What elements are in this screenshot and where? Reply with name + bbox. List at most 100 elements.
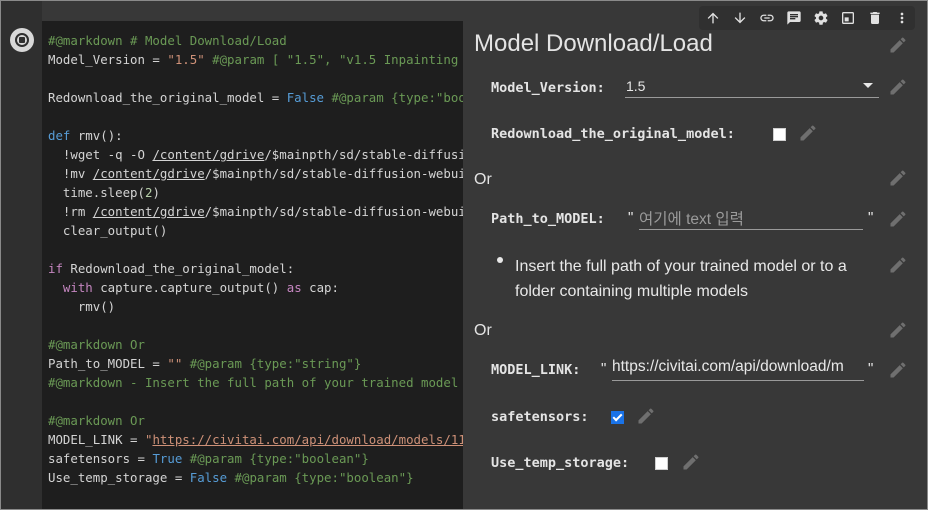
code-token: with <box>62 280 93 295</box>
run-cell-button[interactable] <box>10 28 34 52</box>
edit-pencil-icon[interactable] <box>888 320 908 340</box>
code-line: Path_to_MODEL = "" #@param {type:"string… <box>48 354 463 373</box>
bullet-dot <box>497 257 503 263</box>
code-editor[interactable]: #@markdown # Model Download/Load Model_Ve… <box>42 21 463 509</box>
code-line: !mv /content/gdrive/$mainpth/sd/stable-d… <box>48 164 463 183</box>
code-token: #@param {type:"string"} <box>189 356 362 371</box>
or-text: Or <box>474 322 492 339</box>
code-token: capture.capture_output() <box>92 280 287 295</box>
code-token: #@markdown Or <box>48 337 145 352</box>
code-line: rmv() <box>48 297 463 316</box>
code-token: if <box>48 261 63 276</box>
cell-gutter <box>1 1 42 509</box>
model-version-value: 1.5 <box>626 78 646 94</box>
code-line: #@markdown - Insert the full path of you… <box>48 373 463 392</box>
safetensors-label: safetensors: <box>491 409 589 425</box>
code-token: #@markdown # Model Download/Load <box>48 33 287 48</box>
form-title: Model Download/Load <box>474 30 713 57</box>
code-token: Redownload_the_original_model: <box>62 261 295 276</box>
chevron-down-icon <box>863 83 873 88</box>
model-link-input[interactable]: https://civitai.com/api/download/m <box>612 358 864 381</box>
model-version-label: Model_Version: <box>491 80 605 96</box>
code-token: https://civitai.com/api/download/models/… <box>152 432 463 447</box>
edit-pencil-icon[interactable] <box>888 209 908 229</box>
code-token: def <box>48 128 71 143</box>
path-to-model-input[interactable]: 여기에 text 입력 <box>639 207 863 230</box>
code-token: ) <box>152 185 160 200</box>
code-token: #@markdown Or <box>48 413 145 428</box>
code-line: time.sleep(2) <box>48 183 463 202</box>
code-line: Use_temp_storage = False #@param {type:"… <box>48 468 463 487</box>
notebook-cell: #@markdown # Model Download/Load Model_Ve… <box>0 0 928 510</box>
code-token: /content/gdrive <box>92 166 205 181</box>
code-token: "" <box>167 356 183 371</box>
use-temp-storage-checkbox[interactable] <box>655 457 668 470</box>
edit-pencil-icon[interactable] <box>798 123 818 143</box>
code-token: /$mainpth/sd/stable-diffusion-webui/m <box>204 204 463 219</box>
code-token: #@markdown - Insert the full path of you… <box>48 375 463 390</box>
code-lines: #@markdown # Model Download/Load Model_Ve… <box>48 31 463 487</box>
code-token: #@param {type:"boolean"} <box>234 470 414 485</box>
code-line: Redownload_the_original_model = False #@… <box>48 88 463 107</box>
stop-icon <box>19 37 25 43</box>
code-token: as <box>286 280 302 295</box>
close-quote: " <box>868 209 874 226</box>
code-token: #@param {type:"boole <box>331 90 464 105</box>
or-text: Or <box>474 171 492 188</box>
code-token: !mv <box>48 166 93 181</box>
path-to-model-label: Path_to_MODEL: <box>491 211 605 227</box>
code-line: clear_output() <box>48 221 463 240</box>
code-token: /$mainpth/sd/stable-diffusion <box>264 147 463 162</box>
code-token: #@param [ "1.5", "v1.5 Inpainting ", <box>212 52 463 67</box>
code-token: Model_Version = <box>48 52 168 67</box>
code-token: True <box>152 451 183 466</box>
code-token: False <box>286 90 325 105</box>
code-line: if Redownload_the_original_model: <box>48 259 463 278</box>
code-line: with capture.capture_output() as cap: <box>48 278 463 297</box>
code-line: #@markdown Or <box>48 411 463 430</box>
code-token: /$mainpth/sd/stable-diffusion-webui/m <box>204 166 463 181</box>
code-token: cap: <box>301 280 339 295</box>
code-token: rmv(): <box>70 128 123 143</box>
edit-pencil-icon[interactable] <box>888 77 908 97</box>
code-token: "1.5" <box>167 52 205 67</box>
code-line: def rmv(): <box>48 126 463 145</box>
code-token: time.sleep( <box>48 185 145 200</box>
form-panel: Model Download/Load Model_Version: 1.5 R… <box>463 21 927 509</box>
code-line: #@markdown # Model Download/Load <box>48 31 463 50</box>
model-link-label: MODEL_LINK: <box>491 362 581 378</box>
code-token: !rm <box>48 204 93 219</box>
code-token: safetensors = <box>48 451 153 466</box>
edit-pencil-icon[interactable] <box>636 406 656 426</box>
code-line: !wget -q -O /content/gdrive/$mainpth/sd/… <box>48 145 463 164</box>
code-line: #@markdown Or <box>48 335 463 354</box>
redownload-label: Redownload_the_original_model: <box>491 126 735 142</box>
edit-pencil-icon[interactable] <box>888 360 908 380</box>
bullet-text: Insert the full path of your trained mod… <box>515 258 847 300</box>
code-token: clear_output() <box>48 223 168 238</box>
safetensors-checkbox[interactable] <box>611 411 624 424</box>
code-line: !rm /content/gdrive/$mainpth/sd/stable-d… <box>48 202 463 221</box>
open-quote: " <box>601 360 607 377</box>
edit-pencil-icon[interactable] <box>888 35 908 55</box>
edit-pencil-icon[interactable] <box>888 168 908 188</box>
edit-pencil-icon[interactable] <box>888 255 908 275</box>
model-version-select[interactable]: 1.5 <box>625 76 879 98</box>
edit-pencil-icon[interactable] <box>681 452 701 472</box>
code-token: /content/gdrive <box>152 147 265 162</box>
code-token: MODEL_LINK = <box>48 432 145 447</box>
open-quote: " <box>628 209 634 226</box>
code-token: rmv() <box>48 299 116 314</box>
redownload-checkbox[interactable] <box>773 128 786 141</box>
code-token: #@param {type:"boolean"} <box>189 451 369 466</box>
code-token: False <box>189 470 228 485</box>
